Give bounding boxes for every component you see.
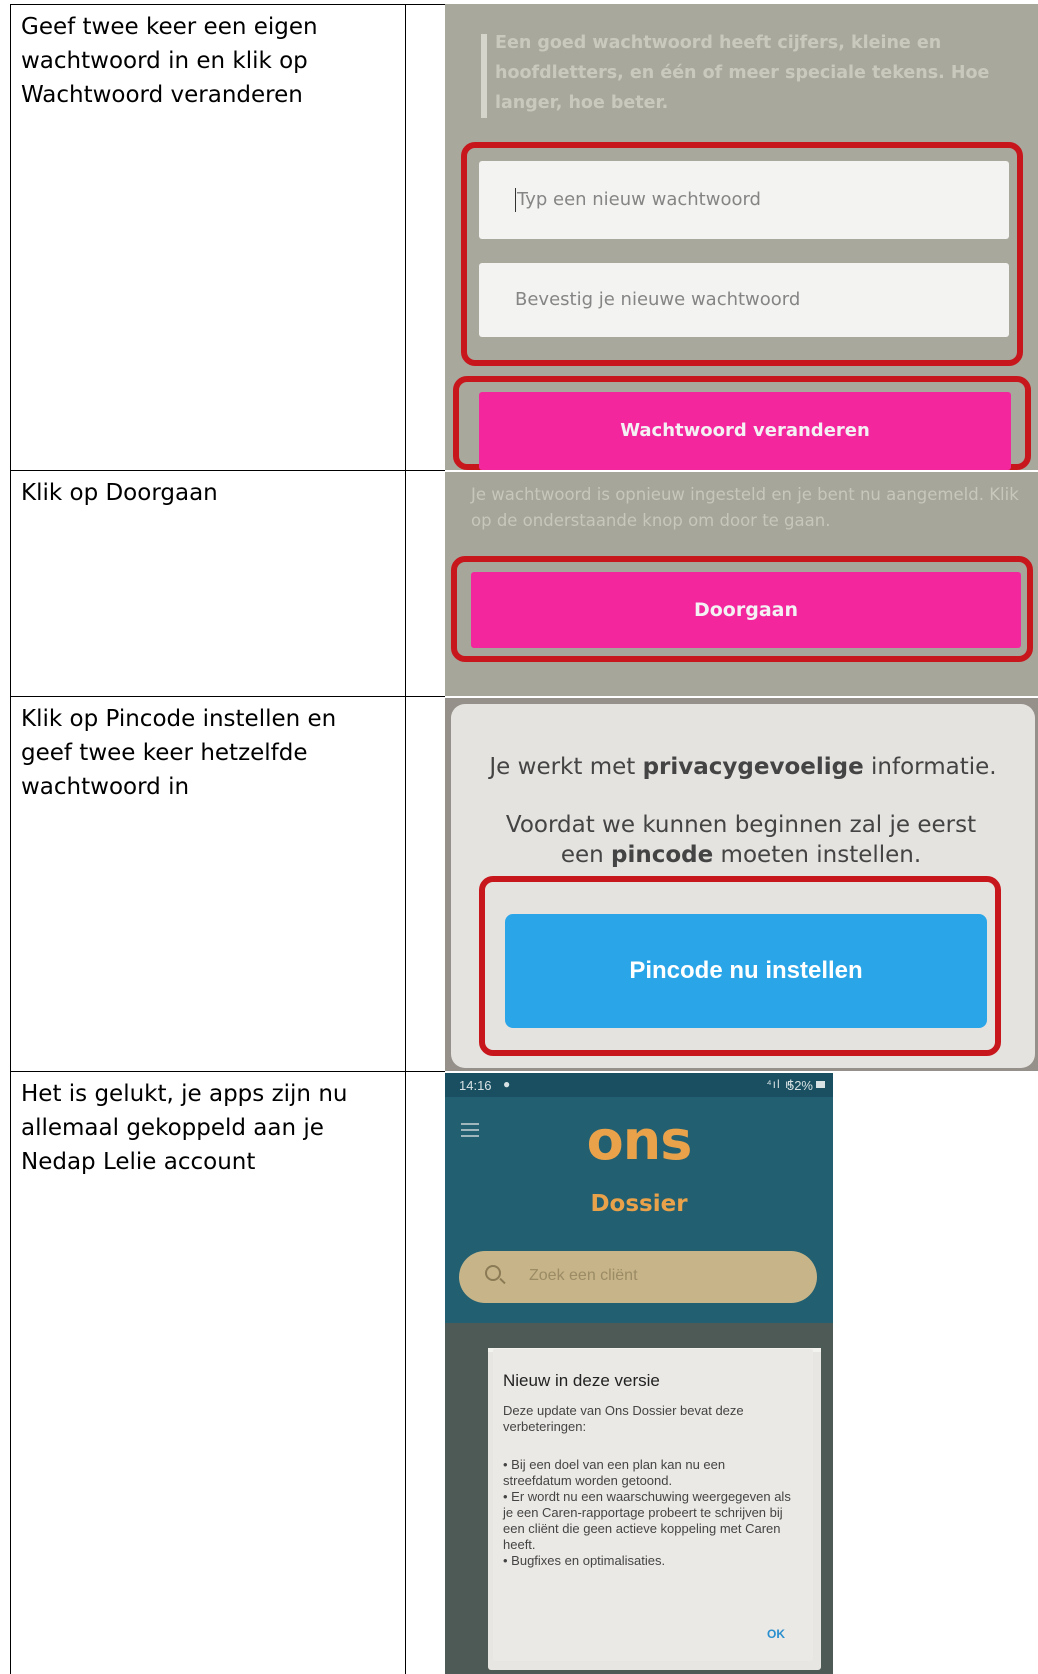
- instruction-step-2: Klik op Doorgaan: [21, 480, 218, 506]
- dialog-list-item: • Er wordt nu een waarschuwing weergegev…: [503, 1489, 791, 1552]
- screenshot-continue: Je wachtwoord is opnieuw ingesteld en je…: [445, 472, 1038, 696]
- ons-logo: ons: [586, 1109, 693, 1172]
- status-time: 14:16: [459, 1078, 492, 1093]
- app-subtitle: Dossier: [590, 1191, 688, 1217]
- battery-icon: [816, 1081, 825, 1088]
- row-divider-3: [10, 1071, 445, 1072]
- set-pincode-button[interactable]: Pincode nu instellen: [505, 914, 987, 1028]
- dialog-intro: Deze update van Ons Dossier bevat deze v…: [503, 1403, 744, 1434]
- instruction-step-4: Het is gelukt, je apps zijn nu allemaal …: [21, 1081, 348, 1175]
- dialog-list-item: • Bij een doel van een plan kan nu een s…: [503, 1457, 726, 1488]
- screenshot-change-password: Een goed wachtwoord heeft cijfers, klein…: [445, 4, 1038, 470]
- table-column-divider: [405, 4, 406, 1674]
- password-hint: Een goed wachtwoord heeft cijfers, klein…: [495, 33, 990, 113]
- dialog-list: • Bij een doel van een plan kan nu een s…: [503, 1457, 795, 1569]
- dialog-title: Nieuw in deze versie: [503, 1371, 660, 1390]
- row-divider-2: [10, 696, 445, 697]
- row-divider-1: [10, 470, 445, 471]
- table-border-left: [10, 4, 11, 1674]
- confirm-password-placeholder: Bevestig je nieuwe wachtwoord: [515, 289, 801, 310]
- ok-button[interactable]: OK: [767, 1627, 785, 1641]
- text-cursor: [515, 188, 516, 212]
- confirm-password-input[interactable]: Bevestig je nieuwe wachtwoord: [479, 263, 1009, 337]
- privacy-text: Je werkt met privacygevoelige informatie…: [489, 754, 997, 780]
- instruction-step-3: Klik op Pincode instellen en geef twee k…: [21, 706, 337, 800]
- screenshot-set-pincode: Je werkt met privacygevoelige informatie…: [445, 698, 1038, 1071]
- reset-confirmation-text: Je wachtwoord is opnieuw ingesteld en je…: [471, 485, 1019, 530]
- continue-button[interactable]: Doorgaan: [471, 572, 1021, 648]
- hint-accent-bar: [481, 34, 487, 118]
- dialog-panel: Nieuw in deze versie Deze update van Ons…: [493, 1349, 813, 1661]
- new-password-input[interactable]: Typ een nieuw wachtwoord: [479, 161, 1009, 239]
- screenshot-ons-dossier: 14:16 ● ⁴ıl ıl 52% ons Dossier Zoek een …: [445, 1073, 833, 1674]
- pincode-text: Voordat we kunnen beginnen zal je eerst …: [505, 812, 977, 868]
- instruction-step-1: Geef twee keer een eigen wachtwoord in e…: [21, 14, 318, 108]
- message-icon: ●: [503, 1077, 511, 1091]
- change-password-button[interactable]: Wachtwoord veranderen: [479, 392, 1011, 470]
- status-bar: 14:16 ● ⁴ıl ıl 52%: [445, 1073, 833, 1097]
- battery-level: 52%: [786, 1078, 813, 1093]
- client-search-bar[interactable]: Zoek een cliënt: [459, 1251, 817, 1303]
- new-password-placeholder: Typ een nieuw wachtwoord: [517, 189, 761, 210]
- pincode-card: Je werkt met privacygevoelige informatie…: [451, 704, 1035, 1068]
- dialog-list-item: • Bugfixes en optimalisaties.: [503, 1553, 666, 1568]
- search-placeholder: Zoek een cliënt: [529, 1267, 638, 1284]
